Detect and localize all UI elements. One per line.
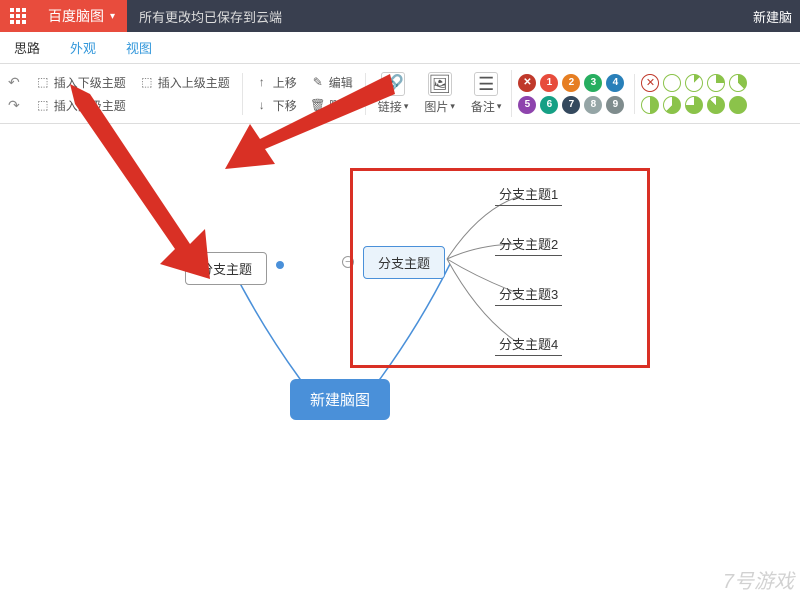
save-status: 所有更改均已保存到云端 [127,7,294,26]
progress-pie[interactable] [641,96,659,114]
image-button[interactable]: 🖼 图片▾ [416,70,463,117]
brand-dropdown[interactable]: 百度脑图 ▾ [36,0,127,32]
priority-badge[interactable]: 9 [606,96,624,114]
apps-menu-button[interactable] [0,0,36,32]
note-icon: ☰ [474,72,498,96]
tab-appearance[interactable]: 外观 [64,38,102,57]
app-header: 百度脑图 ▾ 所有更改均已保存到云端 新建脑 [0,0,800,32]
priority-badge[interactable]: 3 [584,74,602,92]
priority-badge[interactable]: 5 [518,96,536,114]
image-icon: 🖼 [428,72,452,96]
progress-pie[interactable] [685,96,703,114]
priority-picker: ✕1234 56789 [512,74,635,114]
progress-pie[interactable] [707,96,725,114]
priority-badge[interactable]: 4 [606,74,624,92]
progress-picker: ✕ [635,74,753,114]
watermark: 7号游戏 [723,565,794,594]
priority-badge[interactable]: 6 [540,96,558,114]
progress-pie[interactable] [729,96,747,114]
apps-grid-icon [10,8,26,24]
chevron-down-icon: ▾ [450,101,455,112]
progress-pie[interactable] [729,74,747,92]
progress-pie[interactable] [685,74,703,92]
progress-pie[interactable] [663,74,681,92]
annotation-highlight-box [350,168,650,368]
node-handle-icon[interactable] [276,261,284,269]
undo-icon[interactable]: ↶ [8,74,20,91]
annotation-arrow [210,74,410,194]
tab-view[interactable]: 视图 [120,38,158,57]
mindmap-root-node[interactable]: 新建脑图 [290,379,390,420]
progress-pie[interactable] [663,96,681,114]
priority-badge[interactable]: 7 [562,96,580,114]
priority-badge[interactable]: ✕ [518,74,536,92]
brand-label: 百度脑图 [48,6,104,26]
priority-badge[interactable]: 2 [562,74,580,92]
mindmap-canvas[interactable]: 分支主题 分支主题 − 分支主题1 分支主题2 分支主题3 分支主题4 新建脑图… [0,124,800,600]
new-file-button[interactable]: 新建脑 [745,7,800,26]
progress-pie[interactable] [707,74,725,92]
note-button[interactable]: ☰ 备注▾ [463,70,513,117]
progress-remove[interactable]: ✕ [641,74,659,92]
priority-badge[interactable]: 8 [584,96,602,114]
chevron-down-icon: ▾ [110,11,115,22]
tab-idea[interactable]: 思路 [8,38,46,57]
undo-redo-group: ↶ ↷ [8,74,28,114]
main-tabs: 思路 外观 视图 [0,32,800,64]
chevron-down-icon: ▾ [497,101,502,112]
priority-badge[interactable]: 1 [540,74,558,92]
redo-icon[interactable]: ↷ [8,97,20,114]
